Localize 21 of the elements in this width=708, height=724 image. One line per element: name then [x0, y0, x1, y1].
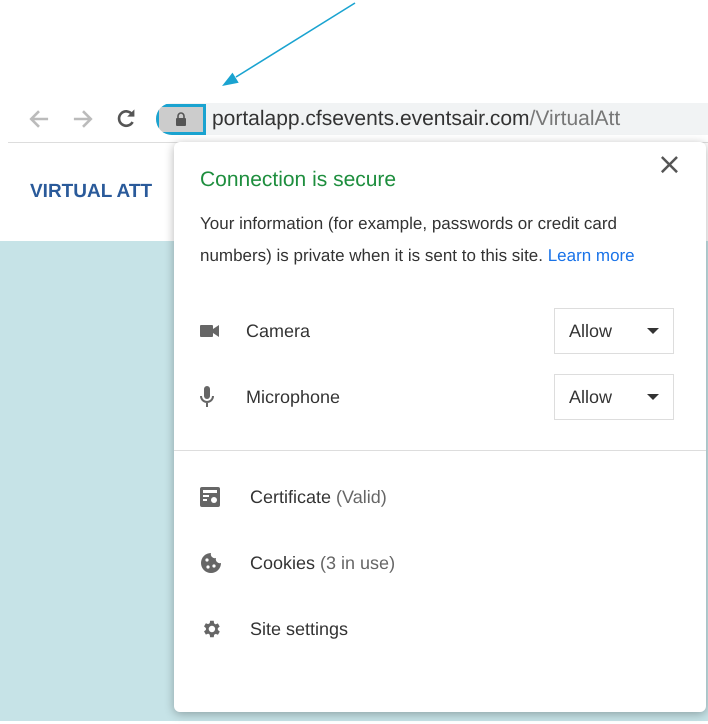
- site-info-menu-item[interactable]: Cookies (3 in use): [200, 530, 416, 596]
- permission-dropdown[interactable]: Allow: [554, 308, 674, 354]
- close-button[interactable]: ×: [652, 150, 686, 180]
- lock-button[interactable]: [156, 104, 206, 134]
- url-path: /VirtualAtt: [530, 107, 620, 130]
- security-description: Your information (for example, passwords or credit card numbers) is private when it is sent to this site. Learn more: [199, 213, 636, 267]
- certificate-icon: [200, 487, 220, 507]
- address-bar[interactable]: portalapp.cfsevents.eventsair.com/VirtualAtt: [156, 103, 708, 135]
- permission-dropdown[interactable]: Allow: [554, 374, 674, 420]
- camera-icon: [200, 324, 220, 338]
- permission-label: Camera: [246, 320, 312, 342]
- learn-more-link[interactable]: Learn more: [548, 246, 635, 265]
- page-header-title: VIRTUAL ATT: [30, 181, 152, 203]
- cookie-icon: [200, 552, 222, 574]
- site-info-menu-item[interactable]: Site settings: [200, 596, 368, 662]
- popup-title: Connection is secure: [199, 168, 398, 192]
- site-info-menu-item[interactable]: Certificate (Valid): [200, 464, 407, 530]
- microphone-icon: [200, 386, 214, 408]
- permission-label: Microphone: [246, 386, 342, 408]
- lock-icon: [175, 112, 187, 126]
- url-host: portalapp.cfsevents.eventsair.com: [212, 107, 530, 130]
